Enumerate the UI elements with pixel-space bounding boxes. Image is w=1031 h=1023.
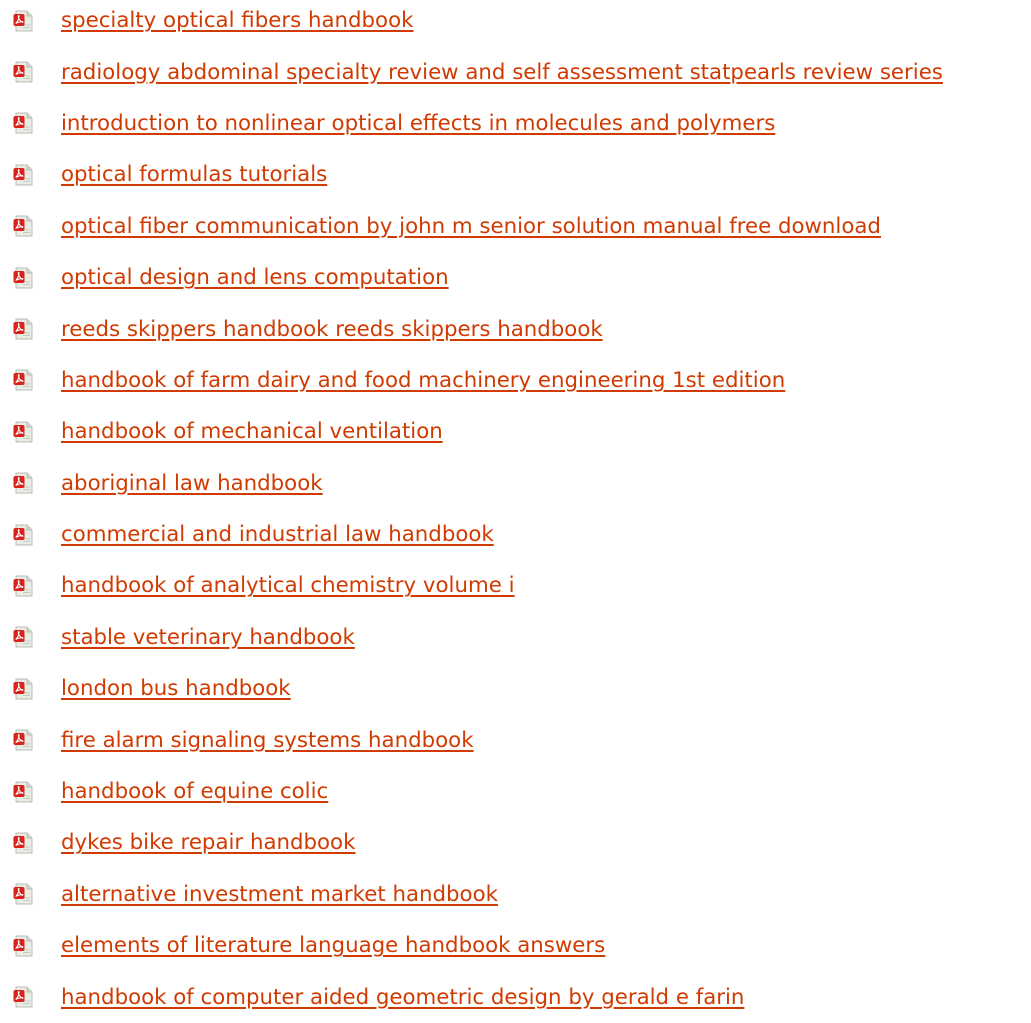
list-item: optical design and lens computation — [0, 252, 1031, 303]
list-item: fire alarm signaling systems handbook — [0, 714, 1031, 765]
pdf-file-icon — [13, 61, 33, 83]
list-item: handbook of farm dairy and food machiner… — [0, 355, 1031, 406]
pdf-file-icon — [13, 472, 33, 494]
document-link[interactable]: radiology abdominal specialty review and… — [61, 60, 943, 85]
list-item: handbook of computer aided geometric des… — [0, 971, 1031, 1022]
pdf-file-icon — [13, 524, 33, 546]
list-item: optical formulas tutorials — [0, 149, 1031, 200]
pdf-file-icon — [13, 678, 33, 700]
document-link[interactable]: handbook of mechanical ventilation — [61, 419, 443, 444]
pdf-file-icon — [13, 215, 33, 237]
list-item: reeds skippers handbook reeds skippers h… — [0, 303, 1031, 354]
list-item: introduction to nonlinear optical effect… — [0, 98, 1031, 149]
pdf-file-icon — [13, 112, 33, 134]
list-item: commercial and industrial law handbook — [0, 509, 1031, 560]
document-link[interactable]: handbook of analytical chemistry volume … — [61, 573, 515, 598]
list-item: london bus handbook — [0, 663, 1031, 714]
pdf-file-icon — [13, 883, 33, 905]
document-link[interactable]: optical formulas tutorials — [61, 162, 327, 187]
list-item: stable veterinary handbook — [0, 612, 1031, 663]
list-item: radiology abdominal specialty review and… — [0, 46, 1031, 97]
list-item: handbook of mechanical ventilation — [0, 406, 1031, 457]
document-link[interactable]: introduction to nonlinear optical effect… — [61, 111, 775, 136]
document-link[interactable]: reeds skippers handbook reeds skippers h… — [61, 317, 603, 342]
pdf-file-icon — [13, 421, 33, 443]
pdf-file-icon — [13, 164, 33, 186]
list-item: optical fiber communication by john m se… — [0, 201, 1031, 252]
document-link[interactable]: specialty optical fibers handbook — [61, 8, 413, 33]
document-link[interactable]: commercial and industrial law handbook — [61, 522, 494, 547]
document-link[interactable]: fire alarm signaling systems handbook — [61, 728, 474, 753]
document-link[interactable]: dykes bike repair handbook — [61, 830, 355, 855]
pdf-file-icon — [13, 729, 33, 751]
document-link[interactable]: handbook of computer aided geometric des… — [61, 985, 744, 1010]
list-item: alternative investment market handbook — [0, 869, 1031, 920]
document-link[interactable]: elements of literature language handbook… — [61, 933, 605, 958]
list-item: elements of literature language handbook… — [0, 920, 1031, 971]
pdf-file-icon — [13, 267, 33, 289]
pdf-file-icon — [13, 369, 33, 391]
pdf-file-icon — [13, 318, 33, 340]
list-item: aboriginal law handbook — [0, 458, 1031, 509]
document-link[interactable]: handbook of equine colic — [61, 779, 328, 804]
document-link[interactable]: optical design and lens computation — [61, 265, 449, 290]
document-link[interactable]: alternative investment market handbook — [61, 882, 498, 907]
pdf-file-icon — [13, 10, 33, 32]
pdf-file-icon — [13, 986, 33, 1008]
document-link[interactable]: handbook of farm dairy and food machiner… — [61, 368, 785, 393]
list-item: specialty optical fibers handbook — [0, 0, 1031, 46]
pdf-file-icon — [13, 575, 33, 597]
pdf-file-icon — [13, 935, 33, 957]
document-link[interactable]: aboriginal law handbook — [61, 471, 323, 496]
document-list: specialty optical fibers handbook radiol… — [0, 0, 1031, 1023]
pdf-file-icon — [13, 781, 33, 803]
pdf-file-icon — [13, 626, 33, 648]
document-link[interactable]: london bus handbook — [61, 676, 291, 701]
document-link[interactable]: stable veterinary handbook — [61, 625, 355, 650]
list-item: handbook of analytical chemistry volume … — [0, 560, 1031, 611]
document-link[interactable]: optical fiber communication by john m se… — [61, 214, 881, 239]
pdf-file-icon — [13, 832, 33, 854]
list-item: dykes bike repair handbook — [0, 817, 1031, 868]
list-item: handbook of equine colic — [0, 766, 1031, 817]
